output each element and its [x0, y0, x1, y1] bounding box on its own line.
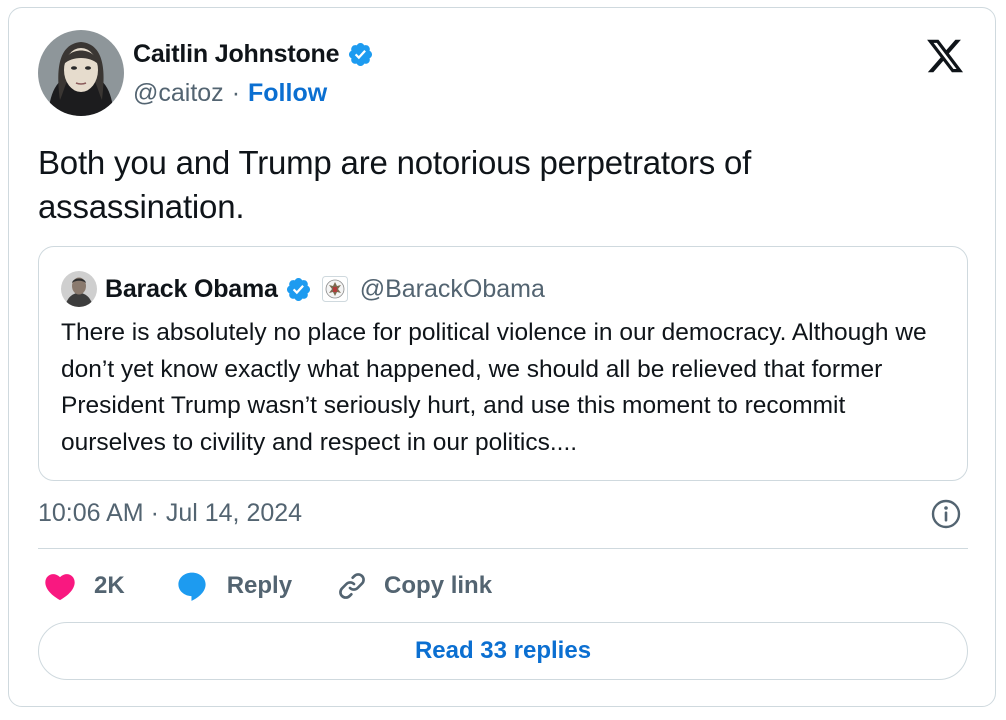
quoted-author-handle[interactable]: @BarackObama	[360, 275, 545, 304]
x-logo-icon[interactable]	[924, 36, 966, 76]
copy-link-label: Copy link	[384, 572, 493, 599]
tweet-text: Both you and Trump are notorious perpetr…	[38, 144, 752, 225]
reply-button[interactable]: Reply	[175, 570, 292, 602]
verified-badge-icon	[349, 42, 373, 66]
quoted-tweet-text: There is absolutely no place for politic…	[61, 319, 927, 456]
like-button[interactable]: 2K	[44, 571, 125, 601]
government-seal-icon	[321, 276, 348, 302]
like-count: 2K	[94, 572, 125, 599]
copy-link-button[interactable]: Copy link	[336, 570, 492, 602]
reply-label: Reply	[226, 572, 293, 599]
info-icon[interactable]	[930, 498, 962, 530]
separator-dot: ·	[231, 78, 241, 107]
quoted-tweet[interactable]: Barack Obama @BarackObama There is absol…	[38, 246, 968, 481]
read-replies-button[interactable]: Read 33 replies	[38, 622, 968, 680]
author-avatar[interactable]	[38, 30, 124, 116]
follow-button[interactable]: Follow	[248, 79, 327, 108]
action-bar: 2K Reply Copy link	[44, 568, 492, 604]
heart-icon	[45, 574, 75, 601]
tweet-embed-card: Caitlin Johnstone @caitoz · Follow Both …	[8, 7, 996, 707]
quoted-author-name[interactable]: Barack Obama	[105, 275, 278, 304]
reply-bubble-icon	[178, 572, 206, 601]
tweet-timestamp[interactable]: 10:06 AM · Jul 14, 2024	[38, 497, 302, 529]
divider	[38, 548, 968, 549]
author-handle[interactable]: @caitoz	[133, 79, 224, 108]
author-name[interactable]: Caitlin Johnstone	[133, 40, 340, 69]
verified-badge-icon	[286, 277, 310, 301]
quoted-author-avatar[interactable]	[61, 271, 97, 307]
link-icon	[339, 573, 365, 599]
